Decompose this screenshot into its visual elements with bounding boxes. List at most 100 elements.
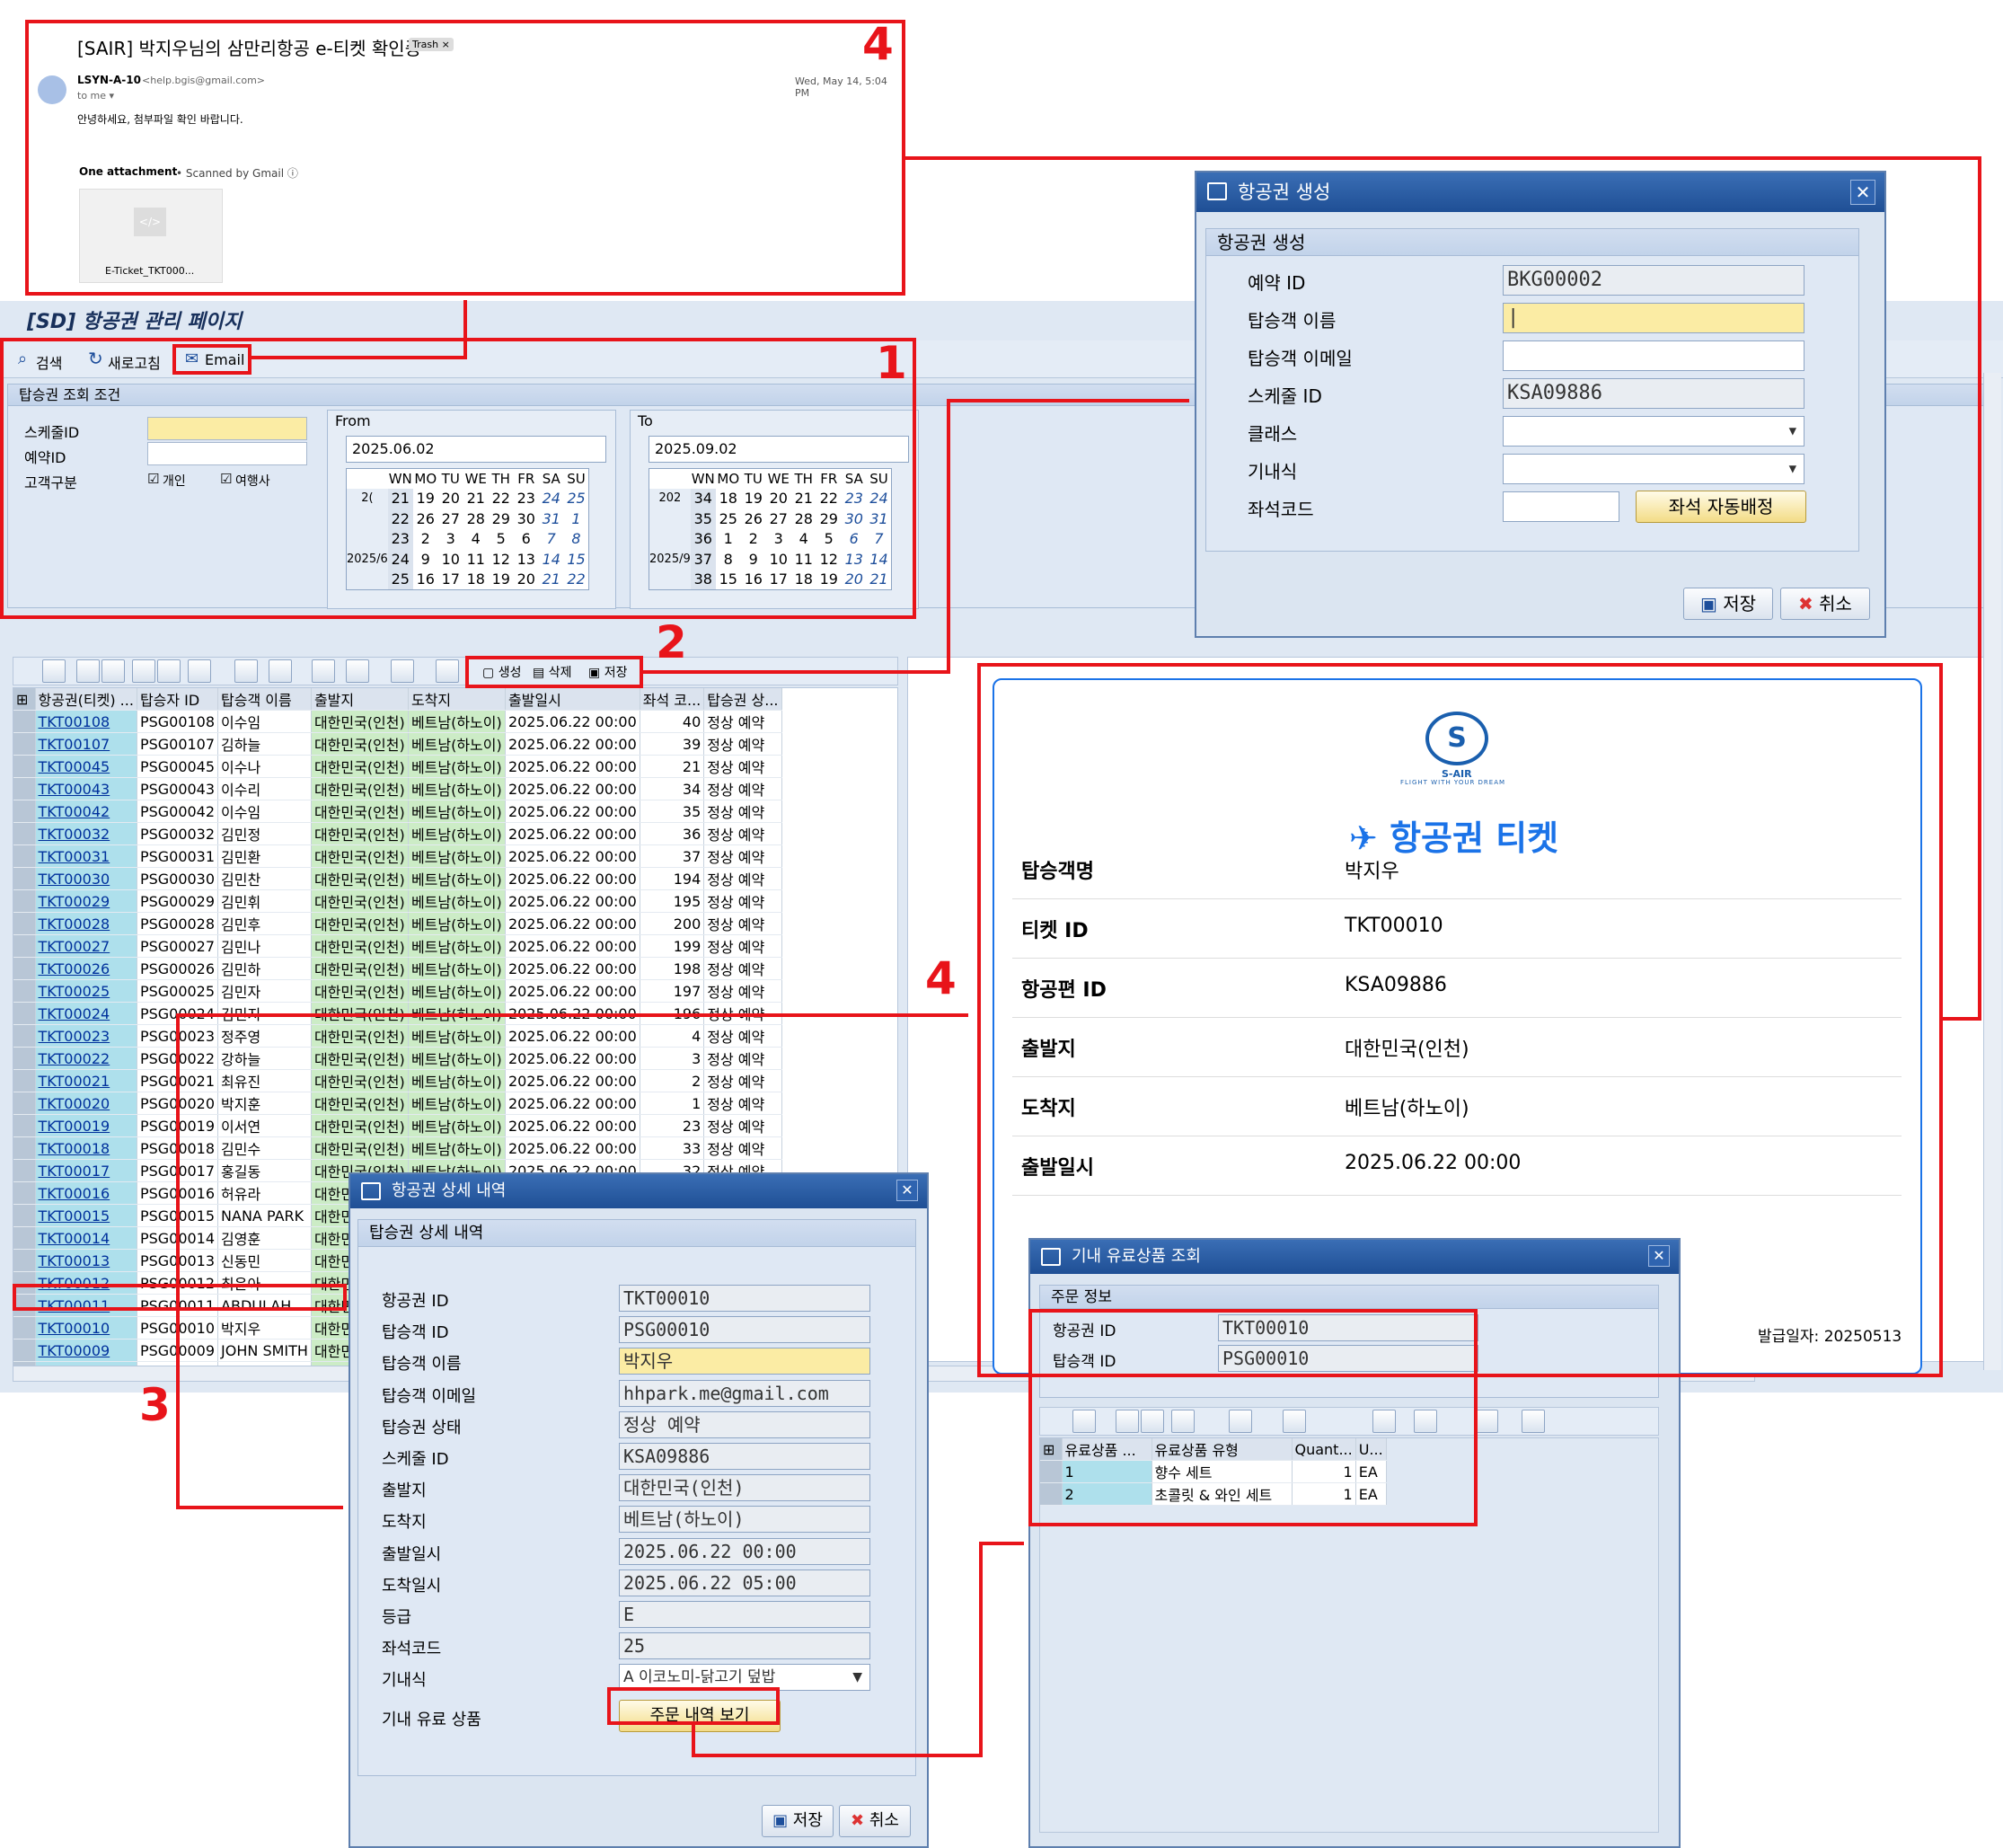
row-selector[interactable] <box>13 957 36 980</box>
table-row[interactable]: TKT00020PSG00020박지훈대한민국(인천)베트남(하노이)2025.… <box>13 1092 782 1115</box>
table-cell[interactable]: TKT00032 <box>35 822 137 845</box>
detail-field-value[interactable]: 2025.06.22 05:00 <box>619 1569 870 1596</box>
class-select[interactable]: ▼ <box>1503 416 1804 447</box>
passenger-email-field[interactable] <box>1503 340 1804 371</box>
row-selector[interactable] <box>13 889 36 913</box>
details-icon[interactable] <box>42 659 66 683</box>
table-cell[interactable]: TKT00023 <box>35 1024 137 1048</box>
table-cell[interactable]: TKT00025 <box>35 979 137 1003</box>
table-row[interactable]: TKT00028 PSG00028 김민후 대한민국(인천) 베트남(하노이) 2025.… <box>13 912 782 935</box>
detail-field-value[interactable]: TKT00010 <box>619 1285 870 1312</box>
preview-vscroll[interactable] <box>1983 373 2001 1370</box>
info-icon[interactable] <box>1522 1410 1545 1433</box>
filter-icon[interactable] <box>188 659 211 683</box>
table-cell[interactable]: TKT00031 <box>35 844 137 868</box>
subtotal-icon[interactable] <box>269 659 292 683</box>
table-cell[interactable]: TKT00026 <box>35 957 137 980</box>
row-selector[interactable] <box>13 912 36 935</box>
row-selector[interactable] <box>13 777 36 800</box>
row-selector[interactable] <box>13 1249 36 1272</box>
close-icon[interactable]: ✕ <box>1850 180 1875 205</box>
row-selector[interactable] <box>13 1114 36 1137</box>
column-header[interactable]: 탑승권 상... <box>703 688 782 711</box>
table-cell[interactable]: TKT00024 <box>35 1002 137 1025</box>
sort-asc-icon[interactable] <box>76 659 100 683</box>
detail-field-value[interactable]: 베트남(하노이) <box>619 1506 870 1534</box>
detail-field-value[interactable]: 정상 예약 <box>619 1410 870 1438</box>
select-all-icon[interactable]: ⊞ <box>13 688 36 711</box>
close-icon[interactable]: ✕ <box>896 1180 918 1201</box>
table-row[interactable]: TKT00023PSG00023정주영대한민국(인천)베트남(하노이)2025.… <box>13 1024 782 1048</box>
find-icon[interactable] <box>132 659 155 683</box>
row-selector[interactable] <box>13 1204 36 1227</box>
passenger-name-field[interactable]: | <box>1503 303 1804 333</box>
table-cell[interactable]: TKT00027 <box>35 934 137 958</box>
row-selector[interactable] <box>13 979 36 1003</box>
row-selector[interactable] <box>13 867 36 890</box>
detail-field-value[interactable]: PSG00010 <box>619 1316 870 1344</box>
detail-field-value[interactable]: 박지우 <box>619 1348 870 1375</box>
table-cell[interactable]: TKT00014 <box>35 1226 137 1250</box>
detail-field-value[interactable]: E <box>619 1601 870 1628</box>
table-cell[interactable]: TKT00021 <box>35 1069 137 1092</box>
table-cell[interactable]: TKT00042 <box>35 800 137 823</box>
table-cell[interactable]: TKT00108 <box>35 710 137 733</box>
detail-field-value[interactable]: hhpark.me@gmail.com <box>619 1379 870 1407</box>
seat-code-field[interactable] <box>1503 491 1619 522</box>
table-cell[interactable]: TKT00028 <box>35 912 137 935</box>
table-cell[interactable]: TKT00020 <box>35 1092 137 1115</box>
row-selector[interactable] <box>13 710 36 733</box>
table-cell[interactable]: TKT00016 <box>35 1181 137 1205</box>
table-cell[interactable]: TKT00013 <box>35 1249 137 1272</box>
table-row[interactable]: TKT00025 PSG00025 김민자 대한민국(인천) 베트남(하노이) 2025.… <box>13 979 782 1003</box>
table-cell[interactable]: TKT00018 <box>35 1136 137 1160</box>
row-selector[interactable] <box>13 755 36 778</box>
schedule-id-field[interactable]: KSA09886 <box>1503 378 1804 409</box>
row-selector[interactable] <box>13 1002 36 1025</box>
column-header[interactable]: 탑승자 ID <box>137 688 219 711</box>
row-selector[interactable] <box>13 822 36 845</box>
row-selector[interactable] <box>13 934 36 958</box>
row-selector[interactable] <box>13 1047 36 1070</box>
booking-id-field[interactable]: BKG00002 <box>1503 265 1804 296</box>
row-selector[interactable] <box>13 1092 36 1115</box>
table-row[interactable]: TKT00019PSG00019이서연대한민국(인천)베트남(하노이)2025.… <box>13 1114 782 1137</box>
table-row[interactable]: TKT00043 PSG00043 이수리 대한민국(인천) 베트남(하노이) 2025.… <box>13 777 782 800</box>
table-row[interactable]: TKT00045 PSG00045 이수나 대한민국(인천) 베트남(하노이) 2025.… <box>13 755 782 778</box>
column-header[interactable]: 항공권(티켓) ... <box>35 688 137 711</box>
auto-seat-button[interactable]: 좌석 자동배정 <box>1636 491 1806 523</box>
row-selector[interactable] <box>13 1316 36 1340</box>
table-cell[interactable]: TKT00009 <box>35 1339 137 1362</box>
row-selector[interactable] <box>13 800 36 823</box>
table-cell[interactable]: TKT00019 <box>35 1114 137 1137</box>
column-header[interactable]: 출발일시 <box>505 688 640 711</box>
table-row[interactable]: TKT00021PSG00021최유진대한민국(인천)베트남(하노이)2025.… <box>13 1069 782 1092</box>
table-row[interactable]: TKT00108 PSG00108 이수임 대한민국(인천) 베트남(하노이) 2025.… <box>13 710 782 733</box>
find-next-icon[interactable] <box>157 659 181 683</box>
row-selector[interactable] <box>13 1159 36 1182</box>
row-selector[interactable] <box>13 1136 36 1160</box>
detail-save-button[interactable]: ▣ 저장 <box>762 1805 834 1837</box>
table-cell[interactable]: TKT00022 <box>35 1047 137 1070</box>
export-icon[interactable] <box>346 659 369 683</box>
layout-icon[interactable] <box>391 659 414 683</box>
column-header[interactable]: 좌석 코... <box>640 688 705 711</box>
print-icon[interactable] <box>312 659 335 683</box>
info-icon[interactable] <box>436 659 459 683</box>
create-save-button[interactable]: ▣ 저장 <box>1683 588 1773 620</box>
column-header[interactable]: 탑승객 이름 <box>217 688 312 711</box>
table-row[interactable]: TKT00022PSG00022강하늘대한민국(인천)베트남(하노이)2025.… <box>13 1047 782 1070</box>
row-selector[interactable] <box>13 1069 36 1092</box>
row-selector[interactable] <box>13 844 36 868</box>
row-selector[interactable] <box>13 1024 36 1048</box>
table-cell[interactable]: TKT00030 <box>35 867 137 890</box>
table-row[interactable]: TKT00032 PSG00032 김민정 대한민국(인천) 베트남(하노이) 2025.… <box>13 822 782 845</box>
table-cell[interactable]: TKT00043 <box>35 777 137 800</box>
table-row[interactable]: TKT00027 PSG00027 김민나 대한민국(인천) 베트남(하노이) 2025.… <box>13 934 782 958</box>
table-row[interactable]: TKT00030 PSG00030 김민찬 대한민국(인천) 베트남(하노이) 2025.… <box>13 867 782 890</box>
detail-cancel-button[interactable]: ✖ 취소 <box>839 1805 911 1837</box>
table-row[interactable]: TKT00031 PSG00031 김민환 대한민국(인천) 베트남(하노이) 2025.… <box>13 844 782 868</box>
layout-icon[interactable] <box>1475 1410 1498 1433</box>
row-selector[interactable] <box>13 1181 36 1205</box>
table-row[interactable]: TKT00107 PSG00107 김하늘 대한민국(인천) 베트남(하노이) 2025.… <box>13 732 782 756</box>
